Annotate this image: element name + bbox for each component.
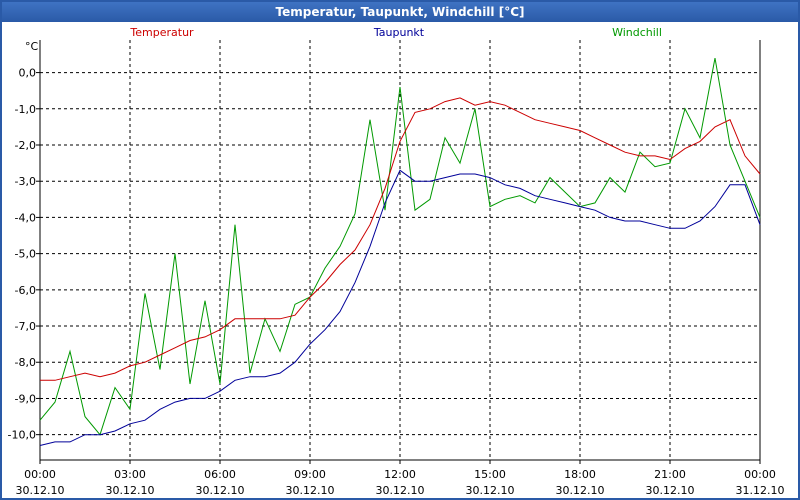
x-tick-time-label: 06:00: [204, 468, 236, 481]
x-tick-date-label: 30.12.10: [646, 484, 695, 497]
x-tick-time-label: 21:00: [654, 468, 686, 481]
grid: [40, 40, 760, 460]
y-tick-labels: 0,0 -1,0 -2,0 -3,0 -4,0 -5,0 -6,0 -7,0 -8,0 -9,0 -…: [8, 67, 40, 442]
y-tick-label: -9,0: [15, 392, 36, 405]
x-tick-date-label: 30.12.10: [376, 484, 425, 497]
y-tick-label: -6,0: [15, 284, 36, 297]
y-tick-label: -4,0: [15, 211, 36, 224]
chart-plot: °C 0,0 -1,0 -2,0 -3,0 -4,0 -5,0 -6,0 -7,0 -8,0 -9…: [8, 26, 785, 497]
y-tick-label: -2,0: [15, 139, 36, 152]
legend-entry-taupunkt: Taupunkt: [373, 26, 425, 39]
y-axis-unit-label: °C: [25, 40, 39, 53]
y-tick-label: -1,0: [15, 103, 36, 116]
x-tick-date-label: 30.12.10: [196, 484, 245, 497]
legend-entry-windchill: Windchill: [612, 26, 662, 39]
y-tick-label: -3,0: [15, 175, 36, 188]
legend-entry-temperatur: Temperatur: [129, 26, 194, 39]
x-tick-date-label: 30.12.10: [286, 484, 335, 497]
x-tick-time-label: 12:00: [384, 468, 416, 481]
x-tick-date-label: 31.12.10: [736, 484, 785, 497]
y-tick-label: 0,0: [19, 67, 37, 80]
x-tick-date-label: 30.12.10: [466, 484, 515, 497]
x-tick-date-label: 30.12.10: [106, 484, 155, 497]
legend: Temperatur Taupunkt Windchill: [129, 26, 662, 39]
y-tick-label: -8,0: [15, 356, 36, 369]
x-tick-time-label: 03:00: [114, 468, 146, 481]
x-tick-time-label: 09:00: [294, 468, 326, 481]
x-tick-time-label: 15:00: [474, 468, 506, 481]
x-tick-time-label: 00:00: [24, 468, 56, 481]
x-tick-date-label: 30.12.10: [16, 484, 65, 497]
x-tick-time-label: 00:00: [744, 468, 776, 481]
x-tick-time-label: 18:00: [564, 468, 596, 481]
y-tick-label: -10,0: [8, 429, 36, 442]
y-tick-label: -5,0: [15, 248, 36, 261]
y-tick-label: -7,0: [15, 320, 36, 333]
x-tick-date-label: 30.12.10: [556, 484, 605, 497]
x-tick-labels: 00:00 30.12.10 03:00 30.12.10 06:00 30.12.10 0…: [16, 460, 785, 497]
